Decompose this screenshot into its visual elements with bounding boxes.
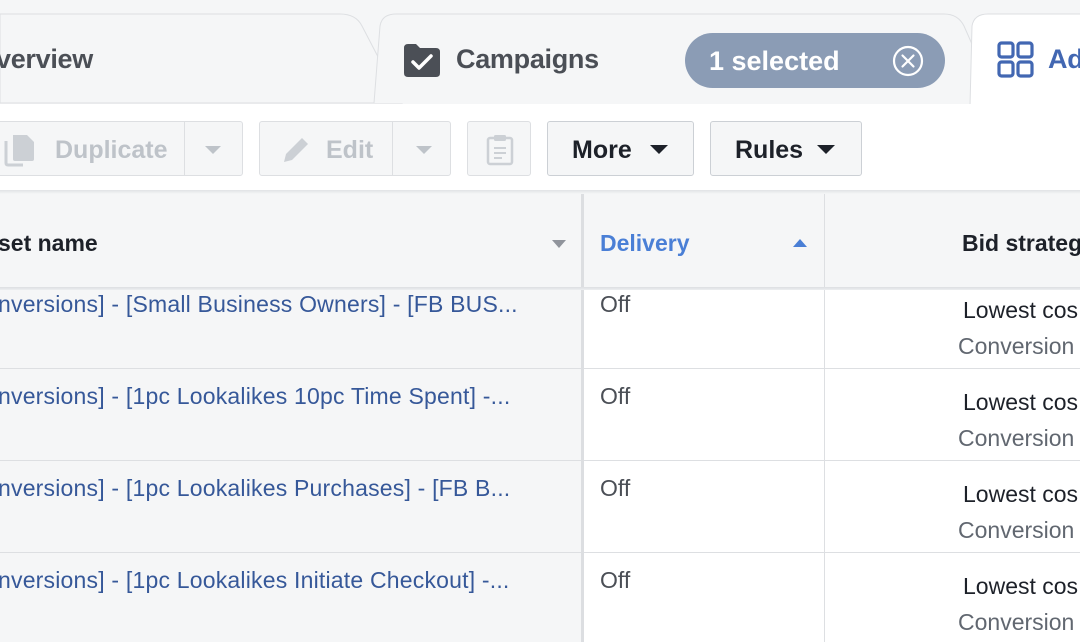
bid-strategy-subvalue: Conversion: [958, 333, 1075, 359]
table-row[interactable]: nversions] - [1pc Lookalikes Purchases] …: [0, 461, 1080, 553]
column-header-delivery[interactable]: Delivery: [600, 230, 690, 257]
caret-down-icon[interactable]: [205, 146, 221, 154]
ad-set-name-link[interactable]: nversions] - [1pc Lookalikes Initiate Ch…: [0, 567, 510, 594]
table-row[interactable]: nversions] - [1pc Lookalikes Initiate Ch…: [0, 553, 1080, 642]
close-circle-icon[interactable]: [891, 44, 925, 78]
rules-label: Rules: [735, 136, 804, 164]
bid-strategy-subvalue: Conversion: [958, 425, 1075, 451]
paste-button[interactable]: [467, 121, 531, 176]
selection-pill[interactable]: 1 selected: [685, 33, 945, 88]
ad-set-name-link[interactable]: nversions] - [Small Business Owners] - […: [0, 291, 518, 318]
ad-set-name-link[interactable]: nversions] - [1pc Lookalikes Purchases] …: [0, 475, 510, 502]
delivery-status: Off: [600, 475, 631, 501]
ad-set-name-link[interactable]: nversions] - [1pc Lookalikes 10pc Time S…: [0, 383, 510, 410]
split-divider: [184, 122, 185, 175]
column-divider[interactable]: [581, 194, 584, 642]
bid-strategy-value: Lowest cos: [963, 573, 1079, 599]
column-header-bid-strategy[interactable]: Bid strateg: [962, 230, 1080, 257]
more-dropdown[interactable]: More: [547, 121, 694, 176]
tab-campaigns[interactable]: Campaigns: [456, 44, 599, 75]
table-row[interactable]: nversions] - [1pc Lookalikes 10pc Time S…: [0, 369, 1080, 461]
rules-dropdown[interactable]: Rules: [710, 121, 862, 176]
caret-down-icon: [650, 145, 668, 154]
delivery-status: Off: [600, 291, 631, 317]
delivery-status: Off: [600, 383, 631, 409]
bid-strategy-subvalue: Conversion: [958, 609, 1075, 635]
tab-bar: verview Campaigns 1 selected Ad: [0, 0, 1080, 106]
ads-manager-page: verview Campaigns 1 selected Ad Duplicat…: [0, 0, 1080, 642]
grid-icon: [996, 40, 1036, 80]
folder-check-icon: [402, 42, 442, 78]
tab-ads[interactable]: Ad: [1048, 44, 1080, 75]
bid-strategy-value: Lowest cos: [963, 481, 1079, 507]
edit-button[interactable]: Edit: [259, 121, 451, 176]
edit-label: Edit: [326, 136, 374, 164]
split-divider: [392, 122, 393, 175]
copy-icon: [3, 133, 37, 172]
caret-down-icon: [817, 145, 835, 154]
selection-count: 1 selected: [709, 46, 840, 76]
delivery-status: Off: [600, 567, 631, 593]
caret-down-icon[interactable]: [552, 240, 566, 248]
duplicate-button[interactable]: Duplicate: [0, 121, 243, 176]
column-divider[interactable]: [824, 194, 825, 642]
toolbar: Duplicate Edit More Rules: [0, 104, 1080, 192]
bid-strategy-value: Lowest cos: [963, 297, 1079, 323]
pencil-icon: [280, 134, 312, 171]
tab-overview[interactable]: verview: [0, 44, 93, 75]
duplicate-label: Duplicate: [55, 136, 168, 164]
caret-down-icon[interactable]: [416, 146, 432, 154]
more-label: More: [572, 136, 632, 164]
clipboard-icon: [485, 134, 515, 171]
header-bottom-border: [0, 287, 1080, 290]
column-header-name[interactable]: set name: [0, 230, 98, 257]
bid-strategy-subvalue: Conversion: [958, 517, 1075, 543]
sort-up-icon[interactable]: [793, 239, 807, 247]
bid-strategy-value: Lowest cos: [963, 389, 1079, 415]
table-header: set name Delivery Bid strateg: [0, 194, 1080, 288]
